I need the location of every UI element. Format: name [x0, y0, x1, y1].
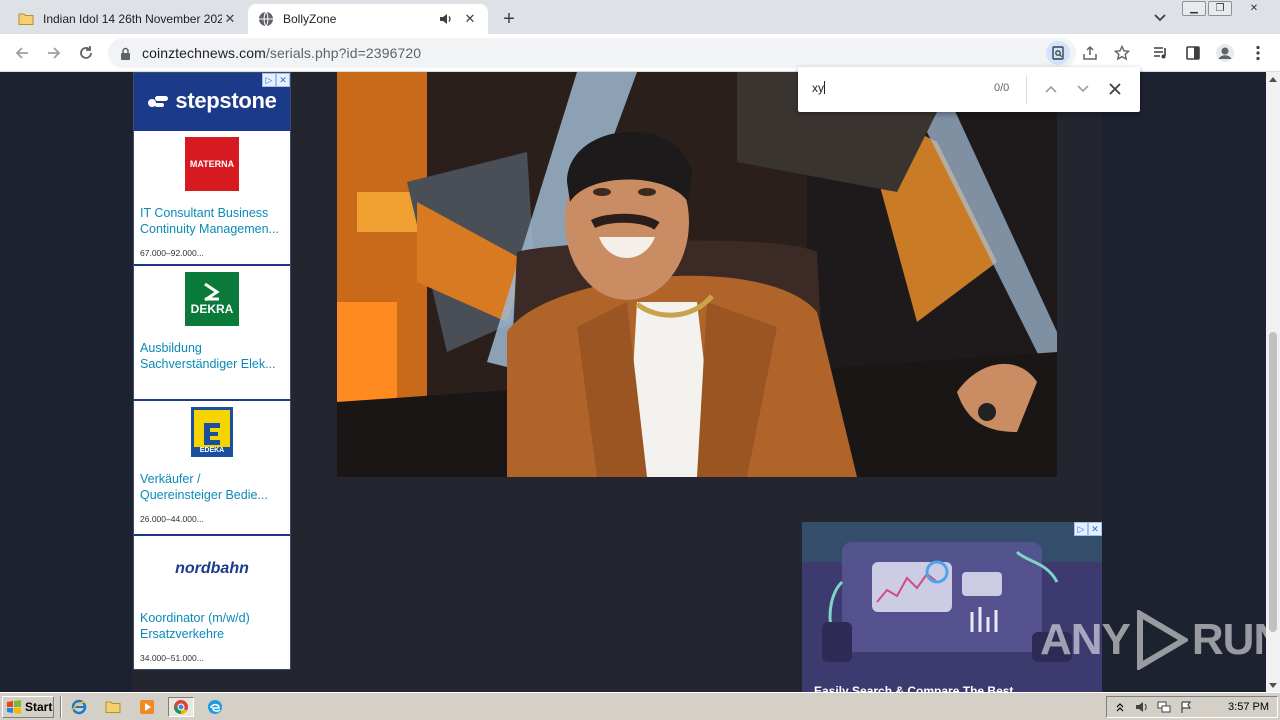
- tab-title: Indian Idol 14 26th November 2023: [43, 12, 222, 26]
- volume-icon[interactable]: [1133, 699, 1151, 715]
- tray-expand-icon[interactable]: [1111, 699, 1129, 715]
- tab-strip: Indian Idol 14 26th November 2023 ✕ Boll…: [0, 0, 1280, 34]
- job-salary: 26.000–44.000...: [140, 514, 204, 524]
- close-find-icon[interactable]: [1104, 78, 1126, 100]
- chevron-up-icon[interactable]: [1040, 78, 1062, 100]
- dekra-mark-icon: [204, 282, 220, 302]
- find-in-page-icon[interactable]: [1046, 41, 1070, 65]
- system-tray: 3:57 PM: [1106, 696, 1278, 718]
- share-icon[interactable]: [1078, 41, 1102, 65]
- globe-favicon-icon: [258, 11, 274, 27]
- lock-icon[interactable]: [120, 47, 134, 60]
- adchoices-icon[interactable]: ▷: [1074, 522, 1088, 536]
- new-tab-button[interactable]: +: [498, 8, 520, 30]
- profile-avatar-icon[interactable]: [1213, 41, 1237, 65]
- job-title[interactable]: Ausbildung Sachverständiger Elek...: [140, 340, 284, 372]
- media-control-icon[interactable]: [1149, 41, 1173, 65]
- job-listing[interactable]: DEKRA Ausbildung Sachverständiger Elek..…: [134, 264, 290, 399]
- materna-logo: MATERNA: [185, 137, 239, 191]
- web-page: stepstone ▷ ✕ MATERNA IT Consultant Busi…: [0, 72, 1266, 692]
- reload-icon[interactable]: [74, 41, 98, 65]
- back-arrow-icon[interactable]: [10, 41, 34, 65]
- adchoices-icon[interactable]: ▷: [262, 73, 276, 87]
- ad-caption[interactable]: Easily Search & Compare The Best: [814, 684, 1013, 692]
- start-button[interactable]: Start: [2, 696, 54, 718]
- episode-thumbnail-image[interactable]: [337, 72, 1057, 477]
- ad-choices[interactable]: ▷ ✕: [262, 73, 290, 87]
- anyrun-watermark: ANY RUN: [1040, 608, 1266, 672]
- edeka-logo: EDEKA: [191, 407, 233, 457]
- nordbahn-logo: nordbahn: [157, 542, 267, 596]
- file-explorer-icon[interactable]: [102, 697, 124, 717]
- job-listing[interactable]: nordbahn Koordinator (m/w/d) Ersatzverke…: [134, 534, 290, 669]
- scroll-thumb[interactable]: [1269, 332, 1277, 632]
- taskbar-clock[interactable]: 3:57 PM: [1228, 701, 1269, 713]
- dekra-logo: DEKRA: [185, 272, 239, 326]
- tab-indian-idol[interactable]: Indian Idol 14 26th November 2023 ✕: [8, 4, 248, 34]
- scroll-down-arrow-icon[interactable]: [1266, 678, 1280, 692]
- windows-taskbar: Start 3:57 PM: [0, 692, 1280, 720]
- ad-close-icon[interactable]: ✕: [1088, 522, 1102, 536]
- edge-icon[interactable]: [204, 697, 226, 717]
- tab-title: BollyZone: [283, 12, 337, 26]
- forward-arrow-icon[interactable]: [42, 41, 66, 65]
- edeka-e-icon: [204, 423, 220, 445]
- media-player-icon[interactable]: [136, 697, 158, 717]
- side-panel-icon[interactable]: [1181, 41, 1205, 65]
- job-listing[interactable]: EDEKA Verkäufer / Quereinsteiger Bedie..…: [134, 399, 290, 534]
- find-input[interactable]: xy: [812, 81, 825, 95]
- job-title[interactable]: Verkäufer / Quereinsteiger Bedie...: [140, 471, 284, 503]
- minimize-icon[interactable]: ▁: [1182, 1, 1206, 16]
- ad-choices[interactable]: ▷ ✕: [1074, 522, 1102, 536]
- address-bar[interactable]: coinztechnews.com/serials.php?id=2396720: [108, 38, 1076, 68]
- page-scrollbar[interactable]: [1266, 72, 1280, 692]
- chevron-down-icon[interactable]: [1150, 8, 1170, 28]
- find-match-count: 0/0: [994, 82, 1010, 94]
- job-salary: 67.000–92.000...: [140, 248, 204, 258]
- tab-bollyzone[interactable]: BollyZone ✕: [248, 4, 488, 34]
- internet-explorer-icon[interactable]: [68, 697, 90, 717]
- close-tab-icon[interactable]: ✕: [222, 11, 238, 27]
- find-bar: xy 0/0: [798, 67, 1140, 112]
- window-controls: ▁ ❐ ✕: [1182, 1, 1274, 16]
- taskbar-divider: [60, 696, 62, 718]
- chrome-icon[interactable]: [168, 697, 194, 717]
- stepstone-job-ad[interactable]: stepstone ▷ ✕ MATERNA IT Consultant Busi…: [133, 72, 291, 670]
- bookmark-star-icon[interactable]: [1110, 41, 1134, 65]
- close-tab-icon[interactable]: ✕: [462, 11, 478, 27]
- job-title[interactable]: IT Consultant Business Continuity Manage…: [140, 205, 284, 237]
- job-listing[interactable]: MATERNA IT Consultant Business Continuit…: [134, 129, 290, 264]
- windows-flag-icon: [7, 700, 21, 714]
- folder-favicon-icon: [18, 11, 34, 27]
- ad-close-icon[interactable]: ✕: [276, 73, 290, 87]
- job-title[interactable]: Koordinator (m/w/d) Ersatzverkehre: [140, 610, 284, 642]
- chevron-down-icon[interactable]: [1072, 78, 1094, 100]
- job-salary: 34.000–51.000...: [140, 653, 204, 663]
- speaker-icon[interactable]: [438, 11, 454, 27]
- close-window-icon[interactable]: ✕: [1234, 1, 1274, 16]
- ad-brand: stepstone: [175, 88, 277, 113]
- stepstone-logo-icon: [148, 96, 169, 107]
- find-divider: [1026, 75, 1027, 104]
- url-text: coinztechnews.com/serials.php?id=2396720: [142, 45, 422, 61]
- action-center-flag-icon[interactable]: [1177, 699, 1195, 715]
- network-icon[interactable]: [1155, 699, 1173, 715]
- restore-icon[interactable]: ❐: [1208, 1, 1232, 16]
- play-triangle-icon: [1136, 610, 1188, 670]
- kebab-menu-icon[interactable]: [1246, 41, 1270, 65]
- scroll-up-arrow-icon[interactable]: [1266, 72, 1280, 86]
